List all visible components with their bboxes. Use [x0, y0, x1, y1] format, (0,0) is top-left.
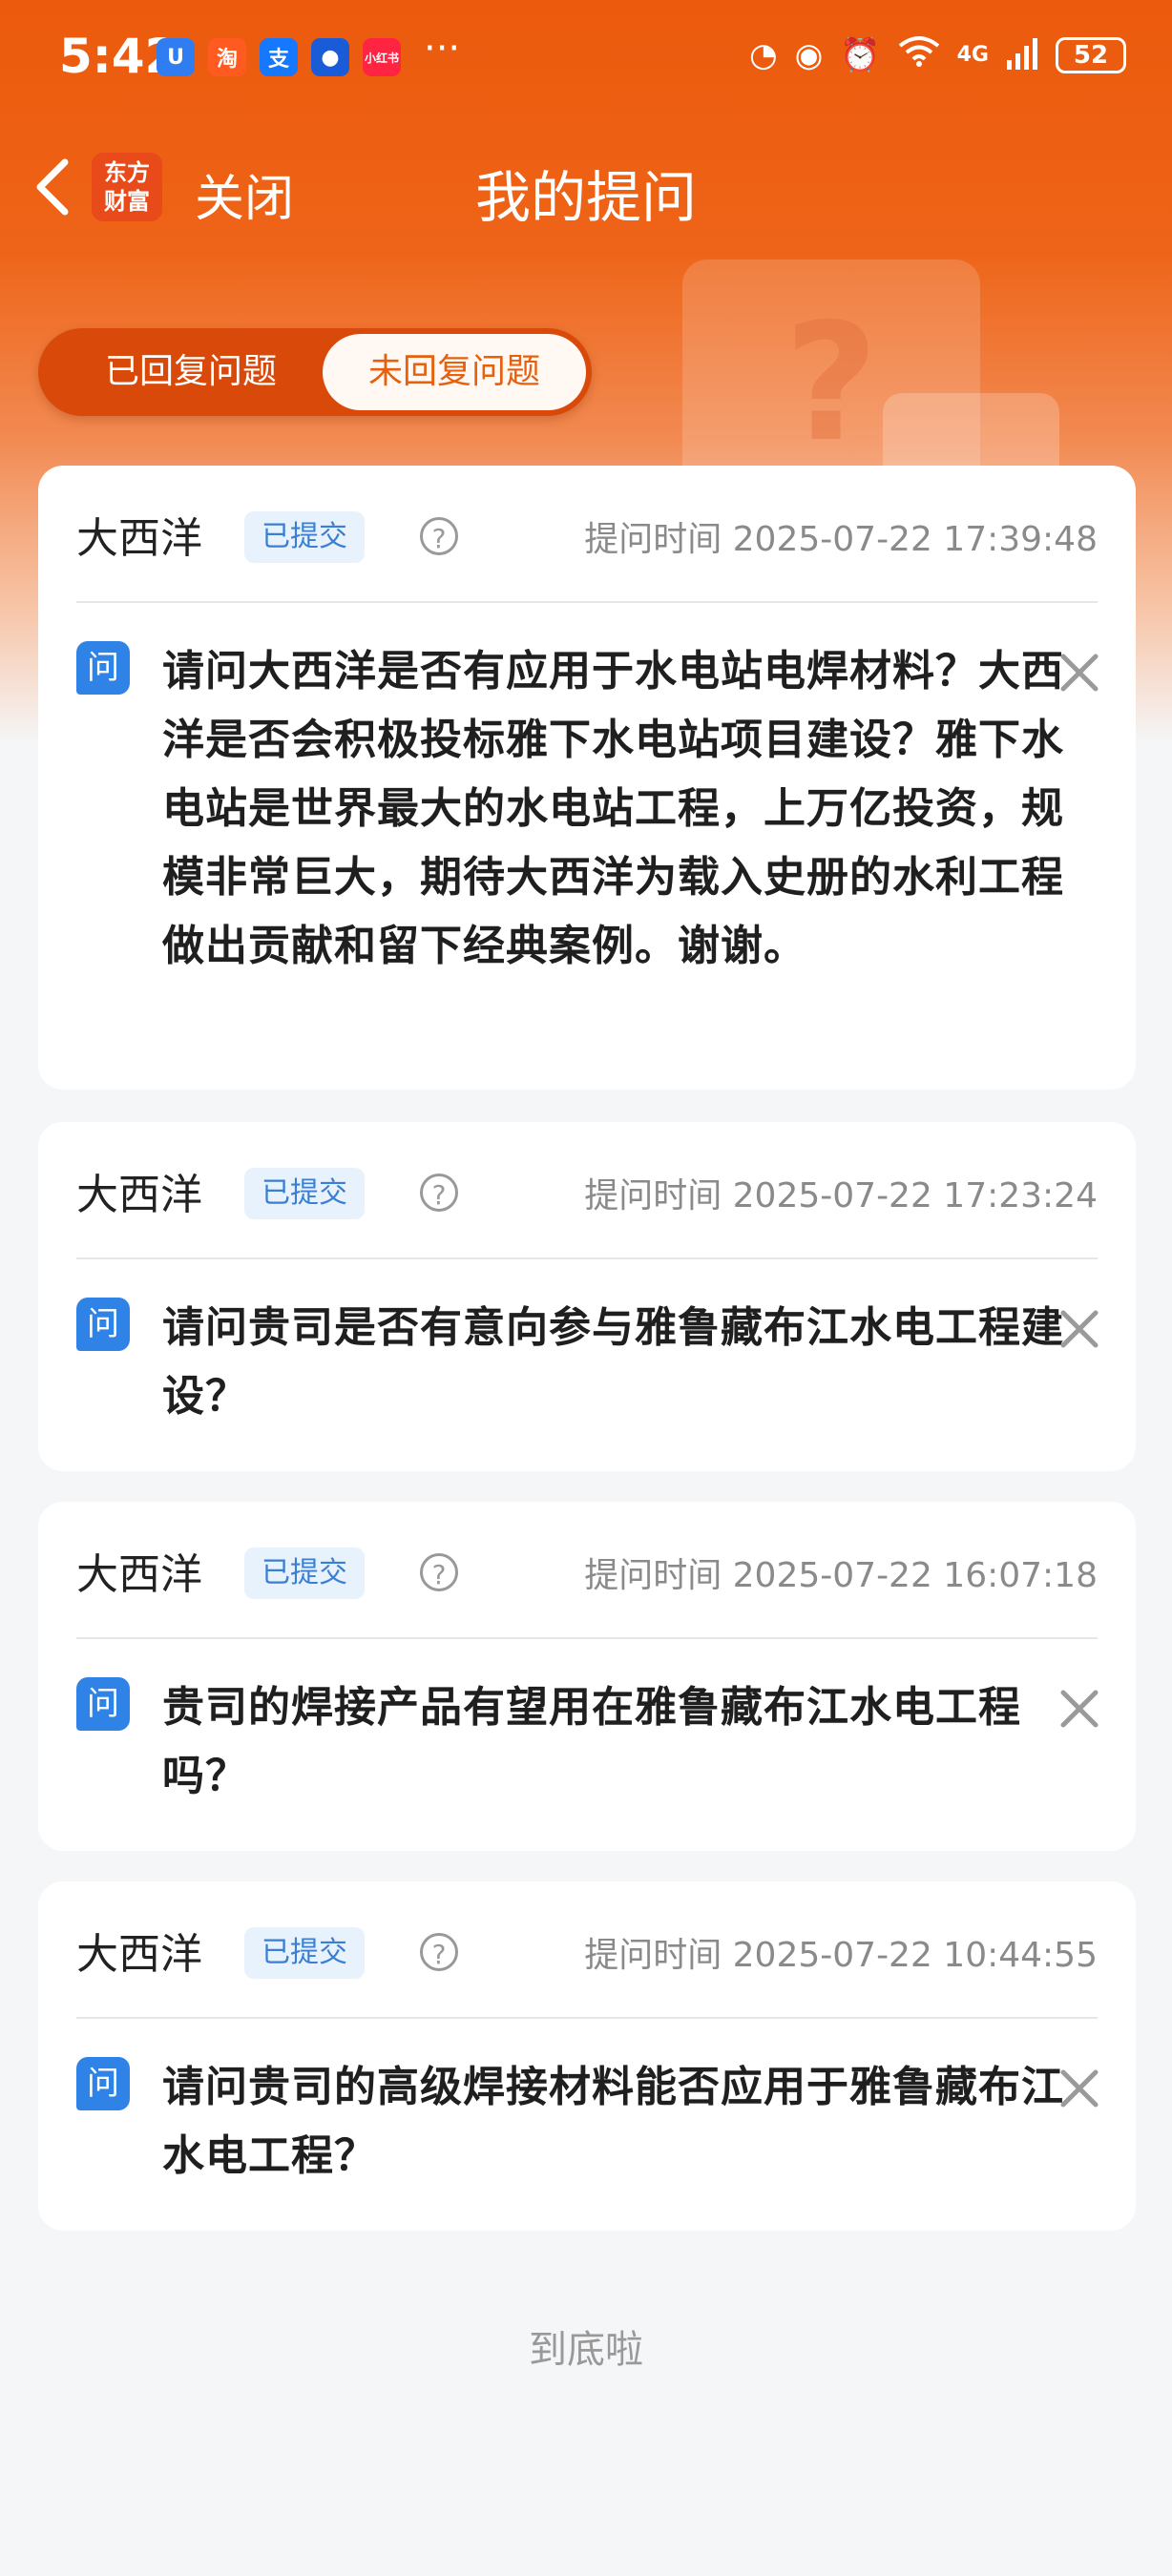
question-icon: 问 [76, 1677, 130, 1731]
signal-icon [1006, 37, 1038, 73]
wifi-icon [898, 34, 940, 75]
tab-replied[interactable]: 已回复问题 [48, 328, 334, 416]
question-icon: 问 [76, 1298, 130, 1351]
question-tabs: 已回复问题 未回复问题 [38, 328, 592, 416]
card-header: 大西洋 已提交 ? 提问时间 2025-07-22 10:44:55 [76, 1912, 1098, 1984]
company-name: 大西洋 [76, 514, 202, 563]
tab-unreplied[interactable]: 未回复问题 [323, 334, 586, 410]
system-icons: ◔ ◉ ⏰ 4G 52 [749, 34, 1126, 75]
help-icon[interactable]: ? [420, 1933, 458, 1971]
app-icon-dark: ● [311, 38, 349, 76]
alipay-icon: 支 [260, 38, 298, 76]
question-card: 大西洋 已提交 ? 提问时间 2025-07-22 17:23:24 问 请问贵… [38, 1122, 1136, 1471]
divider [76, 601, 1098, 603]
eye-comfort-icon: ◉ [794, 35, 824, 74]
question-card: 大西洋 已提交 ? 提问时间 2025-07-22 16:07:18 问 贵司的… [38, 1502, 1136, 1851]
delete-button[interactable] [1057, 651, 1101, 695]
question-time: 提问时间 2025-07-22 17:39:48 [584, 520, 1098, 559]
status-badge: 已提交 [244, 1168, 365, 1219]
help-icon[interactable]: ? [420, 1553, 458, 1591]
question-text: 请问大西洋是否有应用于水电站电焊材料？大西洋是否会积极投标雅下水电站项目建设？雅… [162, 647, 1064, 970]
question-card: 大西洋 已提交 ? 提问时间 2025-07-22 17:39:48 问 请问大… [38, 466, 1136, 1090]
question-text: 请问贵司是否有意向参与雅鲁藏布江水电工程建设？ [162, 1303, 1064, 1421]
xiaohongshu-icon: 小红书 [363, 38, 401, 76]
help-icon[interactable]: ? [420, 1174, 458, 1212]
divider [76, 1257, 1098, 1259]
hd-call-icon: ◔ [748, 35, 778, 74]
close-icon [1060, 2069, 1099, 2108]
company-name: 大西洋 [76, 1550, 202, 1599]
question-icon: 问 [76, 2057, 130, 2110]
end-of-list-label: 到底啦 [529, 2328, 643, 2372]
alarm-icon: ⏰ [840, 35, 881, 74]
close-icon [1060, 654, 1099, 692]
status-badge: 已提交 [244, 1927, 365, 1979]
question-time: 提问时间 2025-07-22 16:07:18 [584, 1556, 1098, 1595]
delete-button[interactable] [1057, 2067, 1101, 2110]
app-icon-blue: U [157, 38, 195, 76]
status-badge: 已提交 [244, 511, 365, 563]
status-bar: 5:42 U 淘 支 ● 小红书 ··· ◔ ◉ ⏰ 4G 52 [0, 0, 1172, 114]
question-text: 请问贵司的高级焊接材料能否应用于雅鲁藏布江水电工程？ [162, 2063, 1064, 2180]
taobao-icon: 淘 [208, 38, 246, 76]
close-icon [1060, 1310, 1099, 1348]
question-time: 提问时间 2025-07-22 10:44:55 [584, 1936, 1098, 1975]
status-badge: 已提交 [244, 1548, 365, 1599]
more-notifications-icon: ··· [424, 27, 461, 71]
network-type: 4G [956, 42, 989, 67]
notification-app-icons: U 淘 支 ● 小红书 [157, 38, 401, 76]
company-name: 大西洋 [76, 1930, 202, 1979]
question-icon: 问 [76, 641, 130, 695]
delete-button[interactable] [1057, 1687, 1101, 1731]
card-header: 大西洋 已提交 ? 提问时间 2025-07-22 16:07:18 [76, 1532, 1098, 1605]
delete-button[interactable] [1057, 1307, 1101, 1351]
card-header: 大西洋 已提交 ? 提问时间 2025-07-22 17:39:48 [76, 496, 1098, 569]
card-header: 大西洋 已提交 ? 提问时间 2025-07-22 17:23:24 [76, 1153, 1098, 1225]
help-icon[interactable]: ? [420, 517, 458, 555]
question-time: 提问时间 2025-07-22 17:23:24 [584, 1176, 1098, 1215]
divider [76, 2017, 1098, 2019]
close-icon [1060, 1690, 1099, 1728]
company-name: 大西洋 [76, 1171, 202, 1219]
battery-icon: 52 [1056, 36, 1126, 73]
divider [76, 1637, 1098, 1639]
question-card: 大西洋 已提交 ? 提问时间 2025-07-22 10:44:55 问 请问贵… [38, 1881, 1136, 2231]
question-text: 贵司的焊接产品有望用在雅鲁藏布江水电工程吗？ [162, 1683, 1021, 1800]
page-title: 我的提问 [474, 165, 697, 230]
